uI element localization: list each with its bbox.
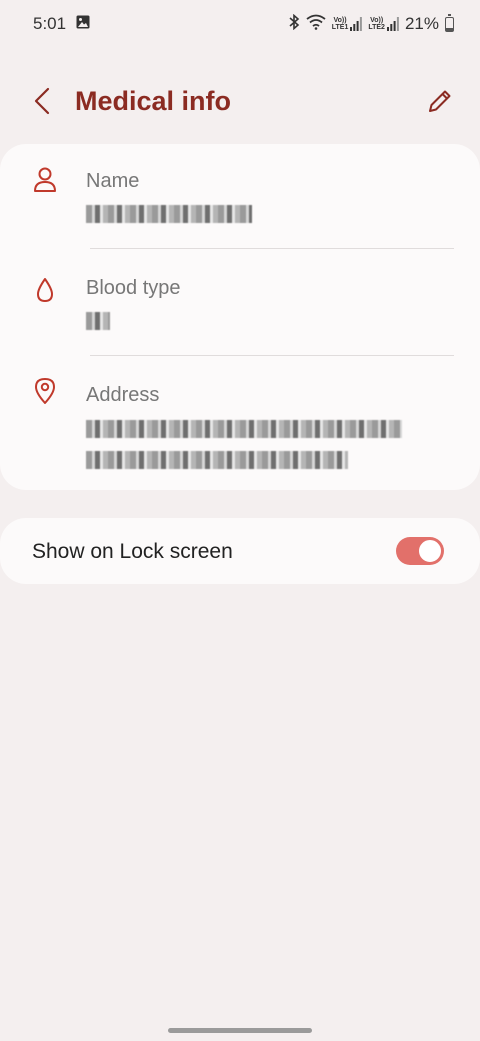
redacted-blood-type [86,312,110,330]
status-bar: 5:01 Vo)) LTE1 Vo)) LTE2 21% [0,0,480,48]
sim2-label-bottom: LTE2 [368,24,385,31]
pencil-icon [429,90,451,112]
bluetooth-icon [288,13,300,35]
app-header: Medical info [0,70,480,132]
medical-info-card: Name Blood type Address [0,144,480,490]
sim2-signal: Vo)) LTE2 [368,17,399,31]
toggle-knob [418,539,442,563]
edit-button[interactable] [424,85,456,117]
info-row-name[interactable]: Name [0,144,480,248]
status-left: 5:01 [33,14,90,34]
name-value [86,205,252,228]
redacted-address-line-1 [86,420,402,438]
sim1-signal: Vo)) LTE1 [332,17,363,31]
battery-percent: 21% [404,14,439,33]
blood-type-label: Blood type [86,277,181,299]
wifi-icon [306,14,326,35]
show-on-lock-screen-toggle[interactable] [396,537,444,565]
image-icon [76,14,90,34]
droplet-icon [30,275,60,305]
medical-info-screen: 5:01 Vo)) LTE1 Vo)) LTE2 21% Medical inf… [0,0,480,1041]
back-button[interactable] [26,85,58,117]
status-time: 5:01 [33,14,67,33]
sim1-label-top: Vo)) [333,17,347,24]
info-row-address[interactable]: Address [0,356,480,490]
name-label: Name [86,170,140,192]
show-on-lock-screen-setting[interactable]: Show on Lock screen [0,518,480,584]
sim2-label-top: Vo)) [370,17,384,24]
address-label: Address [86,384,160,406]
blood-type-value [86,312,110,335]
show-on-lock-screen-label: Show on Lock screen [32,540,233,563]
address-value [86,420,402,474]
person-icon [30,165,60,195]
location-pin-icon [30,376,60,406]
redacted-name [86,205,252,223]
redacted-address-line-2 [86,451,348,469]
signal-bars-icon [386,17,399,31]
sim1-label-bottom: LTE1 [331,24,349,31]
chevron-left-icon [34,87,50,115]
status-right: Vo)) LTE1 Vo)) LTE2 21% [288,13,454,35]
navigation-handle[interactable] [168,1028,312,1033]
battery-icon [445,13,454,32]
info-row-blood-type[interactable]: Blood type [0,249,480,355]
signal-bars-icon [350,17,363,31]
page-title: Medical info [75,85,232,116]
